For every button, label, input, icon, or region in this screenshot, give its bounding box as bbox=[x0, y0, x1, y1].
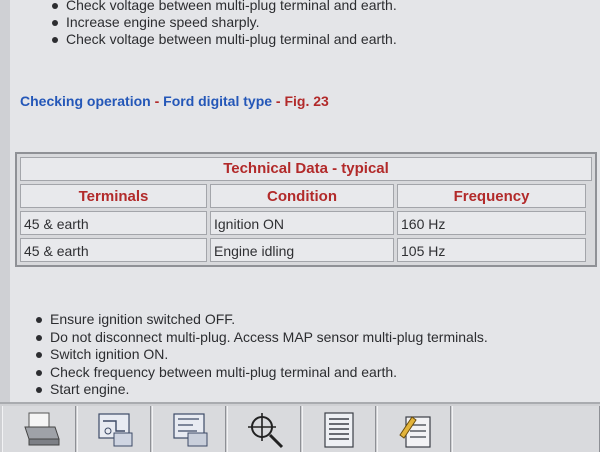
heading-type: Ford digital type bbox=[163, 93, 273, 109]
column-header-frequency: Frequency bbox=[397, 184, 586, 208]
table-cell-terminals: 45 & earth bbox=[20, 211, 207, 235]
table-row: 45 & earth Ignition ON 160 Hz bbox=[20, 211, 592, 235]
bottom-bullet-list: Ensure ignition switched OFF. Do not dis… bbox=[36, 311, 488, 399]
table-cell-terminals: 45 & earth bbox=[20, 238, 207, 262]
list-item: Check frequency between multi-plug termi… bbox=[36, 364, 488, 382]
top-bullet-list: Check voltage between multi-plug termina… bbox=[52, 0, 397, 48]
locate-button[interactable] bbox=[227, 406, 301, 452]
list-item: Check voltage between multi-plug termina… bbox=[52, 31, 397, 47]
technical-data-table: Technical Data - typical Terminals Condi… bbox=[15, 152, 597, 267]
table-row: 45 & earth Engine idling 105 Hz bbox=[20, 238, 592, 262]
table-cell-condition: Ignition ON bbox=[210, 211, 394, 235]
list-item: Increase engine speed sharply. bbox=[52, 14, 397, 31]
print-icon bbox=[24, 412, 60, 446]
content-page: Check voltage between multi-plug termina… bbox=[10, 0, 600, 402]
list-item: Do not disconnect multi-plug. Access MAP… bbox=[36, 328, 488, 345]
heading-figure-link[interactable]: Fig. 23 bbox=[284, 93, 328, 109]
data-list-button[interactable] bbox=[302, 406, 376, 452]
column-header-terminals: Terminals bbox=[20, 184, 207, 208]
component-diagram-icon bbox=[173, 413, 208, 447]
list-item: Ensure ignition switched OFF. bbox=[36, 311, 488, 329]
heading-topic: Checking operation bbox=[20, 93, 151, 109]
list-item: Check voltage between multi-plug termina… bbox=[52, 0, 397, 14]
table-cell-condition: Engine idling bbox=[210, 238, 394, 262]
section-heading: Checking operation - Ford digital type -… bbox=[20, 93, 329, 109]
bottom-toolbar bbox=[0, 402, 600, 452]
wiring-diagram-button[interactable] bbox=[77, 406, 151, 452]
wiring-diagram-icon bbox=[98, 413, 133, 447]
notes-icon bbox=[399, 416, 431, 448]
heading-separator: - bbox=[272, 93, 285, 109]
table-cell-frequency: 160 Hz bbox=[397, 211, 586, 235]
heading-separator: - bbox=[150, 93, 164, 109]
table-title: Technical Data - typical bbox=[20, 157, 592, 181]
data-list-icon bbox=[324, 412, 354, 448]
column-header-condition: Condition bbox=[210, 184, 394, 208]
table-header-row: Terminals Condition Frequency bbox=[20, 184, 592, 208]
component-diagram-button[interactable] bbox=[152, 406, 226, 452]
table-cell-frequency: 105 Hz bbox=[397, 238, 586, 262]
list-item: Switch ignition ON. bbox=[36, 346, 488, 364]
toolbar-spacer bbox=[452, 406, 600, 452]
list-item: Start engine. bbox=[36, 381, 488, 399]
print-button[interactable] bbox=[2, 406, 76, 452]
locate-icon bbox=[248, 413, 284, 449]
notes-button[interactable] bbox=[377, 406, 451, 452]
